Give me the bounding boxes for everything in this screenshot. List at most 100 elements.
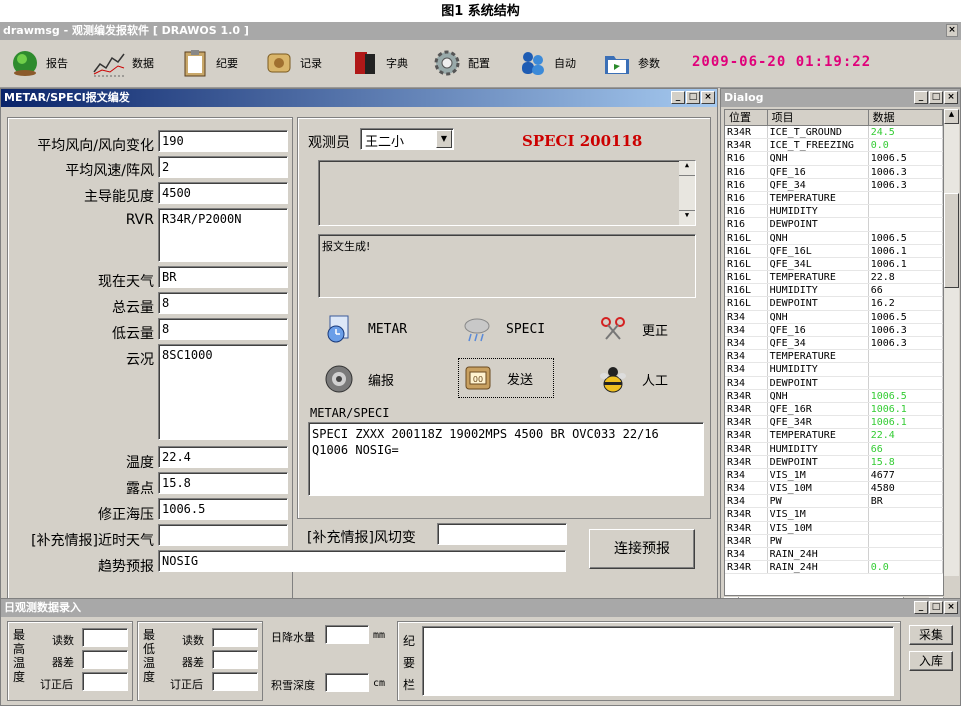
table-row[interactable]: R16 TEMPERATURE [725,191,943,206]
correct-button[interactable]: 更正 [598,314,668,344]
table-row[interactable]: R34R VIS_10M [725,521,943,535]
maximize-button[interactable]: □ [929,601,943,614]
toolbar-report-button[interactable]: 报告 [10,46,68,80]
dewpoint-field[interactable]: 15.8 [158,472,288,494]
column-header[interactable]: 项目 [768,110,869,125]
table-row[interactable]: R16 QNH 1006.5 [725,152,943,166]
observer-select[interactable]: 王二小 ▼ [360,128,454,150]
minimize-button[interactable]: _ [914,91,928,104]
table-row[interactable]: R34R QNH 1006.5 [725,389,943,403]
close-button[interactable]: × [946,24,958,37]
chevron-down-icon[interactable]: ▼ [436,130,452,148]
cell-position: R16L [725,284,768,297]
table-row[interactable]: R16 HUMIDITY [725,205,943,219]
manual-button[interactable]: 人工 [598,364,668,394]
toolbar-dictionary-button[interactable]: 字典 [350,46,408,80]
maximize-button[interactable]: □ [686,91,700,104]
collect-button[interactable]: 采集 [909,625,953,645]
scrollbar[interactable]: ▲ ▼ [679,161,695,225]
rain-field[interactable] [325,625,369,644]
table-row[interactable]: R34R DEWPOINT 15.8 [725,455,943,469]
table-row[interactable]: R34 VIS_1M 4677 [725,468,943,483]
minimize-button[interactable]: _ [914,601,928,614]
table-row[interactable]: R34 VIS_10M 4580 [725,482,943,496]
close-button[interactable]: × [944,601,958,614]
min-temp-corrected-field[interactable] [212,672,258,691]
max-temp-error-field[interactable] [82,650,128,669]
vertical-scrollbar[interactable]: ▲ [944,109,959,576]
connect-forecast-button[interactable]: 连接预报 [589,529,695,569]
wind-speed-field[interactable]: 2 [158,156,288,178]
total-cloud-field[interactable]: 8 [158,292,288,314]
table-row[interactable]: R34R QFE_16R 1006.1 [725,402,943,417]
scroll-up-icon[interactable]: ▲ [944,109,959,124]
column-header[interactable]: 数据 [869,110,943,125]
temperature-field[interactable]: 22.4 [158,446,288,468]
store-button[interactable]: 入库 [909,651,953,671]
wind-shear-field[interactable] [437,523,567,545]
message-text-area[interactable]: SPECI ZXXX 200118Z 19002MPS 4500 BR OVC0… [308,422,704,496]
close-button[interactable]: × [701,91,715,104]
status-text-area[interactable]: 报文生成! [318,234,696,298]
table-row[interactable]: R16 QFE_16 1006.3 [725,165,943,179]
table-row[interactable]: R34 QFE_16 1006.3 [725,323,943,337]
column-header[interactable]: 位置 [725,110,768,125]
table-row[interactable]: R34 QNH 1006.5 [725,310,943,324]
table-row[interactable]: R34 RAIN_24H [725,548,943,562]
table-row[interactable]: R34R ICE_T_GROUND 24.5 [725,126,943,140]
table-row[interactable]: R16L DEWPOINT 16.2 [725,297,943,311]
table-row[interactable]: R16L QNH 1006.5 [725,231,943,245]
table-row[interactable]: R16 QFE_34 1006.3 [725,178,943,192]
max-temp-reading-field[interactable] [82,628,128,647]
table-row[interactable]: R34R QFE_34R 1006.1 [725,416,943,430]
toolbar-auto-button[interactable]: 自动 [518,46,576,80]
table-row[interactable]: R34R TEMPERATURE 22.4 [725,429,943,443]
table-row[interactable]: R34 HUMIDITY [725,363,943,377]
min-temp-error-field[interactable] [212,650,258,669]
speci-button[interactable]: SPECI [462,314,545,344]
low-cloud-field[interactable]: 8 [158,318,288,340]
table-row[interactable]: R16 DEWPOINT [725,218,943,232]
toolbar-data-button[interactable]: 数据 [92,46,154,80]
table-row[interactable]: R34R ICE_T_FREEZING 0.0 [725,139,943,153]
table-row[interactable]: R16L HUMIDITY 66 [725,284,943,298]
wind-direction-field[interactable]: 190 [158,130,288,152]
scroll-thumb[interactable] [944,193,959,288]
table-row[interactable]: R34R RAIN_24H 0.0 [725,561,943,575]
table-row[interactable]: R16L QFE_16L 1006.1 [725,244,943,258]
cloud-condition-field[interactable]: 8SC1000 [158,344,288,440]
table-row[interactable]: R34R PW [725,534,943,548]
snow-field[interactable] [325,673,369,692]
info-text-area[interactable]: ▲ ▼ [318,160,696,226]
summary-text-area[interactable] [422,626,894,696]
rvr-field[interactable]: R34R/P2000N [158,208,288,262]
toolbar-record-button[interactable]: 记录 [264,46,322,80]
compose-button[interactable]: 编报 [324,364,394,394]
max-temp-corrected-field[interactable] [82,672,128,691]
visibility-field[interactable]: 4500 [158,182,288,204]
scroll-down-icon[interactable]: ▼ [679,210,695,225]
send-button[interactable]: 00 发送 [458,358,555,398]
table-row[interactable]: R34 DEWPOINT [725,376,943,390]
trend-forecast-field[interactable]: NOSIG [158,550,566,572]
qnh-field[interactable]: 1006.5 [158,498,288,520]
cell-item: HUMIDITY [768,205,869,218]
toolbar-config-button[interactable]: 配置 [432,46,490,80]
scroll-up-icon[interactable]: ▲ [679,161,695,176]
table-row[interactable]: R16L QFE_34L 1006.1 [725,257,943,272]
close-button[interactable]: × [944,91,958,104]
maximize-button[interactable]: □ [929,91,943,104]
table-row[interactable]: R16L TEMPERATURE 22.8 [725,271,943,285]
table-row[interactable]: R34 TEMPERATURE [725,350,943,364]
toolbar-summary-button[interactable]: 纪要 [180,46,238,80]
table-row[interactable]: R34 QFE_34 1006.3 [725,337,943,351]
present-weather-field[interactable]: BR [158,266,288,288]
table-row[interactable]: R34R HUMIDITY 66 [725,442,943,456]
table-row[interactable]: R34R VIS_1M [725,508,943,522]
table-row[interactable]: R34 PW BR [725,495,943,509]
min-temp-reading-field[interactable] [212,628,258,647]
recent-weather-field[interactable] [158,524,288,546]
metar-button[interactable]: METAR [324,314,407,344]
minimize-button[interactable]: _ [671,91,685,104]
toolbar-params-button[interactable]: 参数 [602,46,660,80]
